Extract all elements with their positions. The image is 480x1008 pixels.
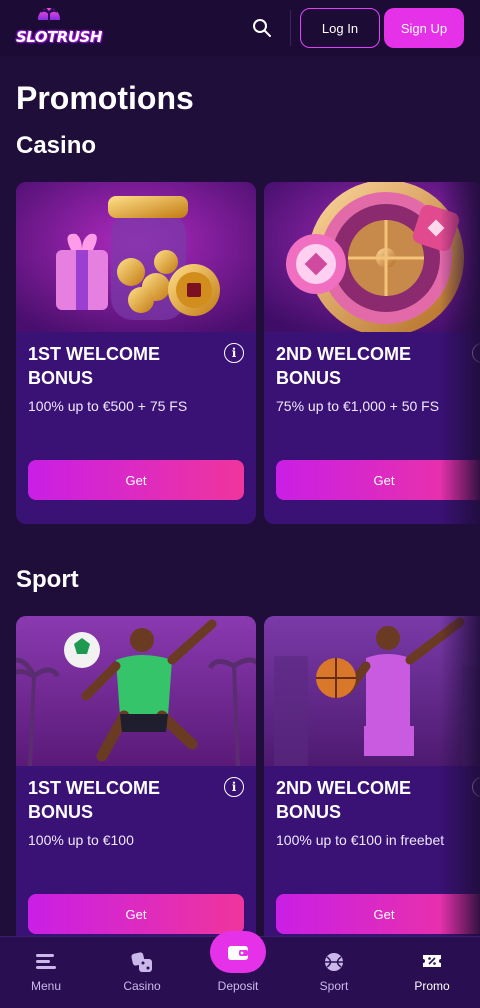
card-description: 100% up to €100 in freebet <box>276 832 445 848</box>
card-description: 100% up to €500 + 75 FS <box>28 398 188 414</box>
search-icon <box>253 19 271 37</box>
logo-text: SLOTRUSH <box>16 28 102 46</box>
card-title: 2ND WELCOME BONUS <box>276 344 411 388</box>
card-title: 2ND WELCOME BONUS <box>276 778 411 822</box>
info-icon[interactable]: i <box>472 343 480 363</box>
info-icon[interactable]: i <box>472 777 480 797</box>
page-title: Promotions <box>16 80 194 116</box>
info-icon[interactable]: i <box>224 777 244 797</box>
get-bonus-button[interactable]: Get <box>276 894 480 934</box>
top-header: SLOTRUSH Log In Sign Up <box>0 0 480 56</box>
signup-button[interactable]: Sign Up <box>384 8 464 48</box>
casino-bonus-image <box>16 182 256 332</box>
get-bonus-button[interactable]: Get <box>276 460 480 500</box>
nav-item-casino[interactable]: Casino <box>94 937 190 1008</box>
nav-item-deposit[interactable]: Deposit <box>190 931 286 1008</box>
nav-item-sport[interactable]: Sport <box>286 937 382 1008</box>
card-description: 100% up to €100 <box>28 832 134 848</box>
nav-label: Promo <box>414 979 450 993</box>
football-bonus-image <box>16 616 256 766</box>
dice-icon <box>131 952 152 972</box>
bottom-navigation: Menu Casino Deposit Sport Promo <box>0 931 480 1008</box>
get-bonus-button[interactable]: Get <box>28 460 244 500</box>
slotrush-logo[interactable]: SLOTRUSH <box>16 8 102 48</box>
info-icon[interactable]: i <box>224 343 244 363</box>
card-title: 1ST WELCOME BONUS <box>28 778 161 822</box>
menu-icon <box>36 954 56 969</box>
header-divider <box>290 10 291 46</box>
ball-icon <box>325 953 343 971</box>
promo-ticket-icon <box>423 955 441 967</box>
nav-label: Sport <box>319 979 349 993</box>
promo-card-sport-2[interactable]: 2ND WELCOME BONUS i 100% up to €100 in f… <box>264 616 480 958</box>
nav-label: Deposit <box>217 979 259 993</box>
card-description: 75% up to €1,000 + 50 FS <box>276 398 440 414</box>
nav-label: Menu <box>30 979 62 993</box>
palm-tree-icon <box>40 8 58 22</box>
search-button[interactable] <box>248 14 276 42</box>
nav-item-menu[interactable]: Menu <box>0 937 94 1008</box>
card-title: 1ST WELCOME BONUS <box>28 344 161 388</box>
promo-card-sport-1[interactable]: 1ST WELCOME BONUS i 100% up to €100 Get <box>16 616 256 958</box>
promo-card-casino-1[interactable]: 1ST WELCOME BONUS i 100% up to €500 + 75… <box>16 182 256 524</box>
nav-item-promo[interactable]: Promo <box>384 937 480 1008</box>
roulette-bonus-image <box>264 182 480 332</box>
nav-label: Casino <box>123 979 161 993</box>
basketball-bonus-image <box>264 616 480 766</box>
section-title-casino: Casino <box>16 132 97 159</box>
get-bonus-button[interactable]: Get <box>28 894 244 934</box>
login-button[interactable]: Log In <box>300 8 380 48</box>
deposit-button[interactable] <box>210 931 266 973</box>
wallet-icon <box>228 946 248 960</box>
section-title-sport: Sport <box>16 566 79 593</box>
promo-card-casino-2[interactable]: 2ND WELCOME BONUS i 75% up to €1,000 + 5… <box>264 182 480 524</box>
